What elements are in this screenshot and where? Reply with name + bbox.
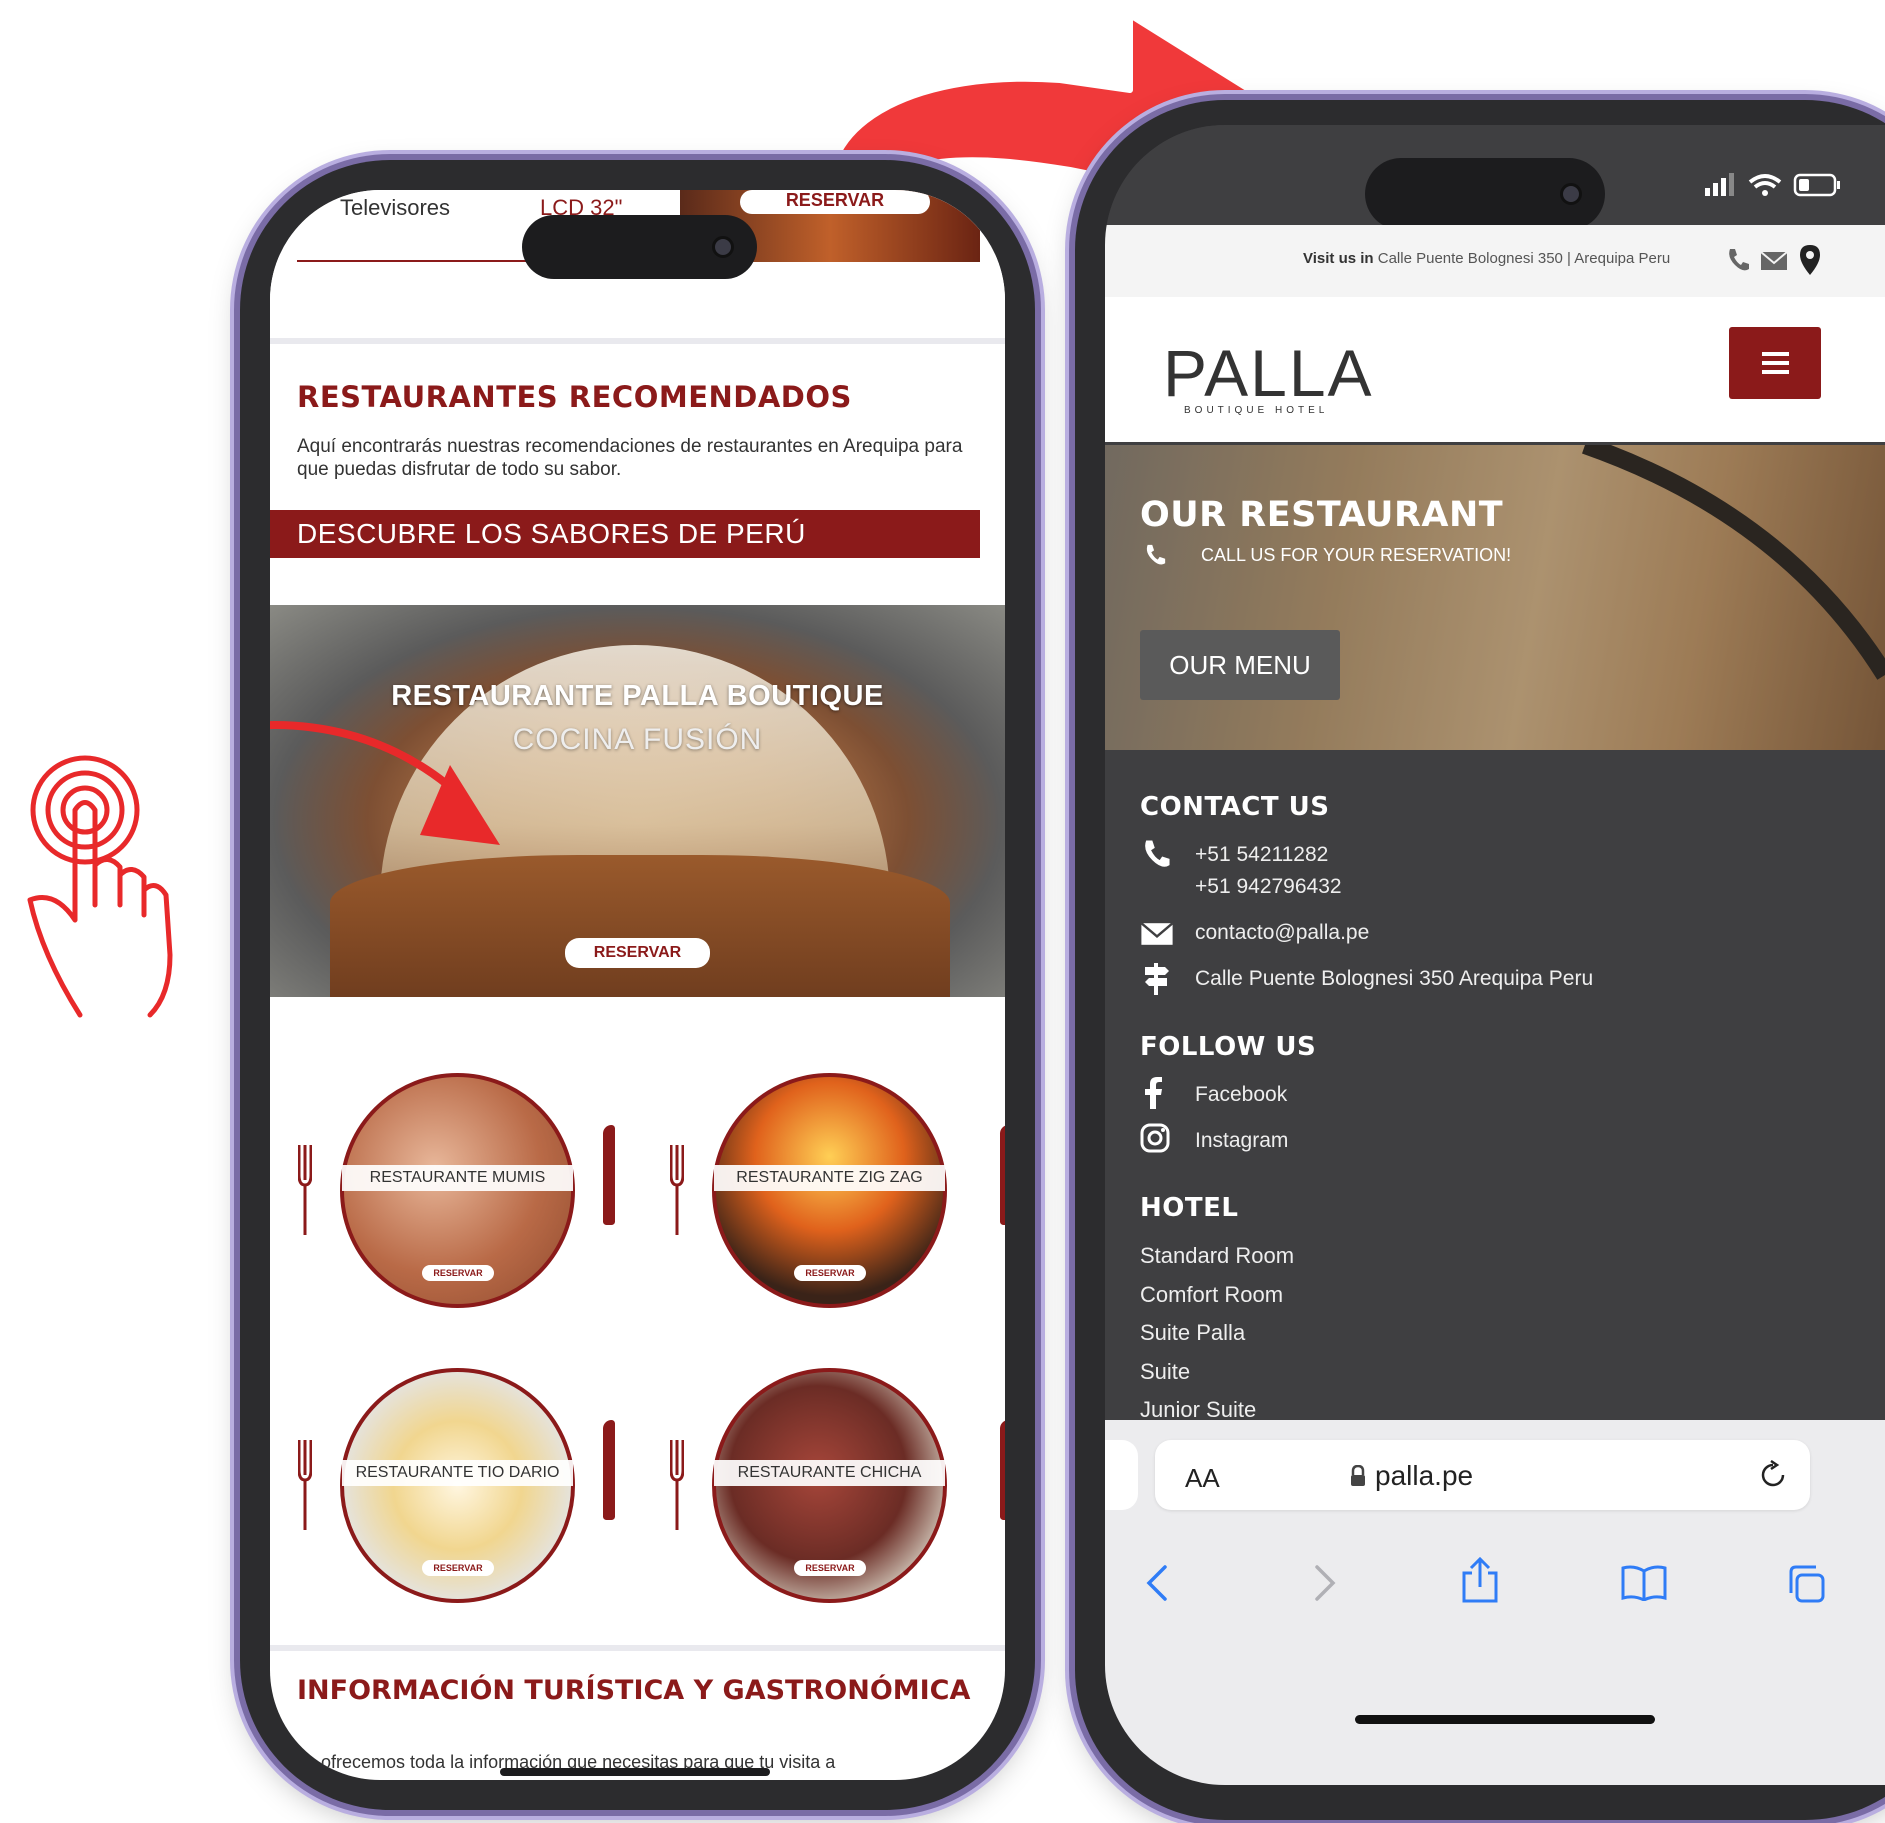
hamburger-icon <box>1762 352 1789 374</box>
contact-phone-2[interactable]: +51 942796432 <box>1195 875 1342 899</box>
status-icons <box>1705 173 1840 197</box>
palla-logo[interactable]: PALLA <box>1163 340 1374 406</box>
restaurant-name: RESTAURANTE TIO DARIO <box>342 1460 573 1486</box>
visit-text: Visit us in Calle Puente Bolognesi 350 |… <box>1303 250 1670 267</box>
instagram-link[interactable]: Instagram <box>1195 1129 1288 1153</box>
tabs-icon[interactable] <box>1785 1563 1827 1605</box>
address-bar[interactable] <box>1155 1440 1810 1510</box>
restaurant-name: RESTAURANTE MUMIS <box>342 1165 573 1191</box>
back-icon[interactable] <box>1145 1563 1169 1603</box>
camera-dot <box>1560 183 1582 205</box>
knife-icon <box>1000 1420 1005 1520</box>
fork-icon <box>670 1440 684 1530</box>
home-indicator <box>500 1768 770 1776</box>
visit-label: Visit us in <box>1303 250 1374 267</box>
location-pin-icon[interactable] <box>1800 245 1820 275</box>
camera-dot <box>712 236 734 258</box>
hotel-link-standard-room[interactable]: Standard Room <box>1140 1243 1294 1269</box>
reload-icon[interactable] <box>1758 1460 1788 1490</box>
our-restaurant-title: OUR RESTAURANT <box>1140 495 1504 535</box>
info-title: INFORMACIÓN TURÍSTICA Y GASTRONÓMICA <box>297 1675 971 1706</box>
mail-icon[interactable] <box>1760 251 1788 271</box>
reservation-subtitle: CALL US FOR YOUR RESERVATION! <box>1201 545 1512 565</box>
contact-phone-1[interactable]: +51 54211282 <box>1195 843 1328 867</box>
signpost-icon <box>1145 963 1169 995</box>
hotel-link-comfort-room[interactable]: Comfort Room <box>1140 1282 1283 1308</box>
right-phone-screen: Visit us in Calle Puente Bolognesi 350 |… <box>1105 125 1885 1785</box>
restaurant-reservar-button[interactable]: RESERVAR <box>794 1265 866 1281</box>
top-reservar-button[interactable]: RESERVAR <box>740 190 930 214</box>
knife-icon <box>1000 1125 1005 1225</box>
restaurant-reservar-button[interactable]: RESERVAR <box>422 1560 494 1576</box>
section-separator <box>270 338 1005 344</box>
follow-heading: FOLLOW US <box>1140 1032 1317 1062</box>
forward-icon[interactable] <box>1313 1563 1337 1603</box>
fork-icon <box>298 1440 312 1530</box>
tv-label: Televisores <box>340 195 451 220</box>
share-icon[interactable] <box>1460 1557 1500 1603</box>
restaurant-name: RESTAURANTE ZIG ZAG <box>714 1165 945 1191</box>
lock-icon <box>1351 1465 1365 1486</box>
visit-address: Calle Puente Bolognesi 350 | Arequipa Pe… <box>1377 250 1671 267</box>
restaurant-card-chicha[interactable]: RESTAURANTE CHICHA RESERVAR <box>642 1360 1005 1610</box>
section-title: RESTAURANTES RECOMENDADOS <box>297 380 852 414</box>
bookmarks-icon[interactable] <box>1620 1565 1668 1601</box>
restaurant-reservar-button[interactable]: RESERVAR <box>794 1560 866 1576</box>
our-menu-button[interactable]: OUR MENU <box>1140 630 1340 700</box>
previous-tab-preview[interactable] <box>1105 1440 1138 1510</box>
facebook-icon <box>1145 1077 1162 1109</box>
hotel-heading: HOTEL <box>1140 1193 1239 1223</box>
floor-line <box>1582 445 1885 680</box>
signal-icon <box>1705 173 1734 196</box>
instagram-icon <box>1140 1123 1170 1153</box>
hero-reservar-button[interactable]: RESERVAR <box>565 938 710 968</box>
restaurant-card-mumis[interactable]: RESTAURANTE MUMIS RESERVAR <box>270 1065 655 1315</box>
section-description: Aquí encontrarás nuestras recomendacione… <box>297 436 963 480</box>
url-text[interactable]: palla.pe <box>1375 1460 1473 1492</box>
contact-address: Calle Puente Bolognesi 350 Arequipa Peru <box>1195 967 1594 990</box>
fork-icon <box>298 1145 312 1235</box>
knife-icon <box>603 1420 615 1520</box>
wifi-icon <box>1748 174 1782 196</box>
section-separator <box>270 1645 1005 1651</box>
dynamic-island <box>1365 158 1605 230</box>
logo-subtitle: BOUTIQUE HOTEL <box>1184 405 1329 416</box>
contact-heading: CONTACT US <box>1140 792 1330 822</box>
mail-icon <box>1140 922 1174 945</box>
hotel-link-suite-palla[interactable]: Suite Palla <box>1140 1320 1245 1346</box>
tap-hand-icon <box>27 755 173 1018</box>
hero-restaurant-image[interactable]: RESTAURANTE PALLA BOUTIQUE COCINA FUSIÓN… <box>270 605 1005 997</box>
flavors-banner: DESCUBRE LOS SABORES DE PERÚ <box>270 510 980 558</box>
battery-icon <box>1793 173 1840 197</box>
knife-icon <box>603 1125 615 1225</box>
phone-icon <box>1146 544 1166 565</box>
left-phone-screen: Televisores LCD 32" RESERVAR RESTAURANTE… <box>270 190 1005 1780</box>
hotel-link-suite[interactable]: Suite <box>1140 1359 1190 1385</box>
text-size-button[interactable]: AA <box>1185 1463 1220 1494</box>
phone-icon <box>1145 840 1170 867</box>
restaurant-name: RESTAURANTE CHICHA <box>714 1460 945 1486</box>
facebook-link[interactable]: Facebook <box>1195 1083 1287 1107</box>
phone-icon[interactable] <box>1725 247 1751 273</box>
dynamic-island <box>522 215 757 279</box>
contact-email[interactable]: contacto@palla.pe <box>1195 921 1369 945</box>
restaurant-hero-image <box>1105 445 1885 750</box>
home-indicator <box>1355 1715 1655 1724</box>
restaurant-card-zigzag[interactable]: RESTAURANTE ZIG ZAG RESERVAR <box>642 1065 1005 1315</box>
curved-arrow-small <box>270 721 500 845</box>
restaurant-card-tio-dario[interactable]: RESTAURANTE TIO DARIO RESERVAR <box>270 1360 655 1610</box>
restaurant-reservar-button[interactable]: RESERVAR <box>422 1265 494 1281</box>
fork-icon <box>670 1145 684 1235</box>
hamburger-menu-button[interactable] <box>1729 327 1821 399</box>
